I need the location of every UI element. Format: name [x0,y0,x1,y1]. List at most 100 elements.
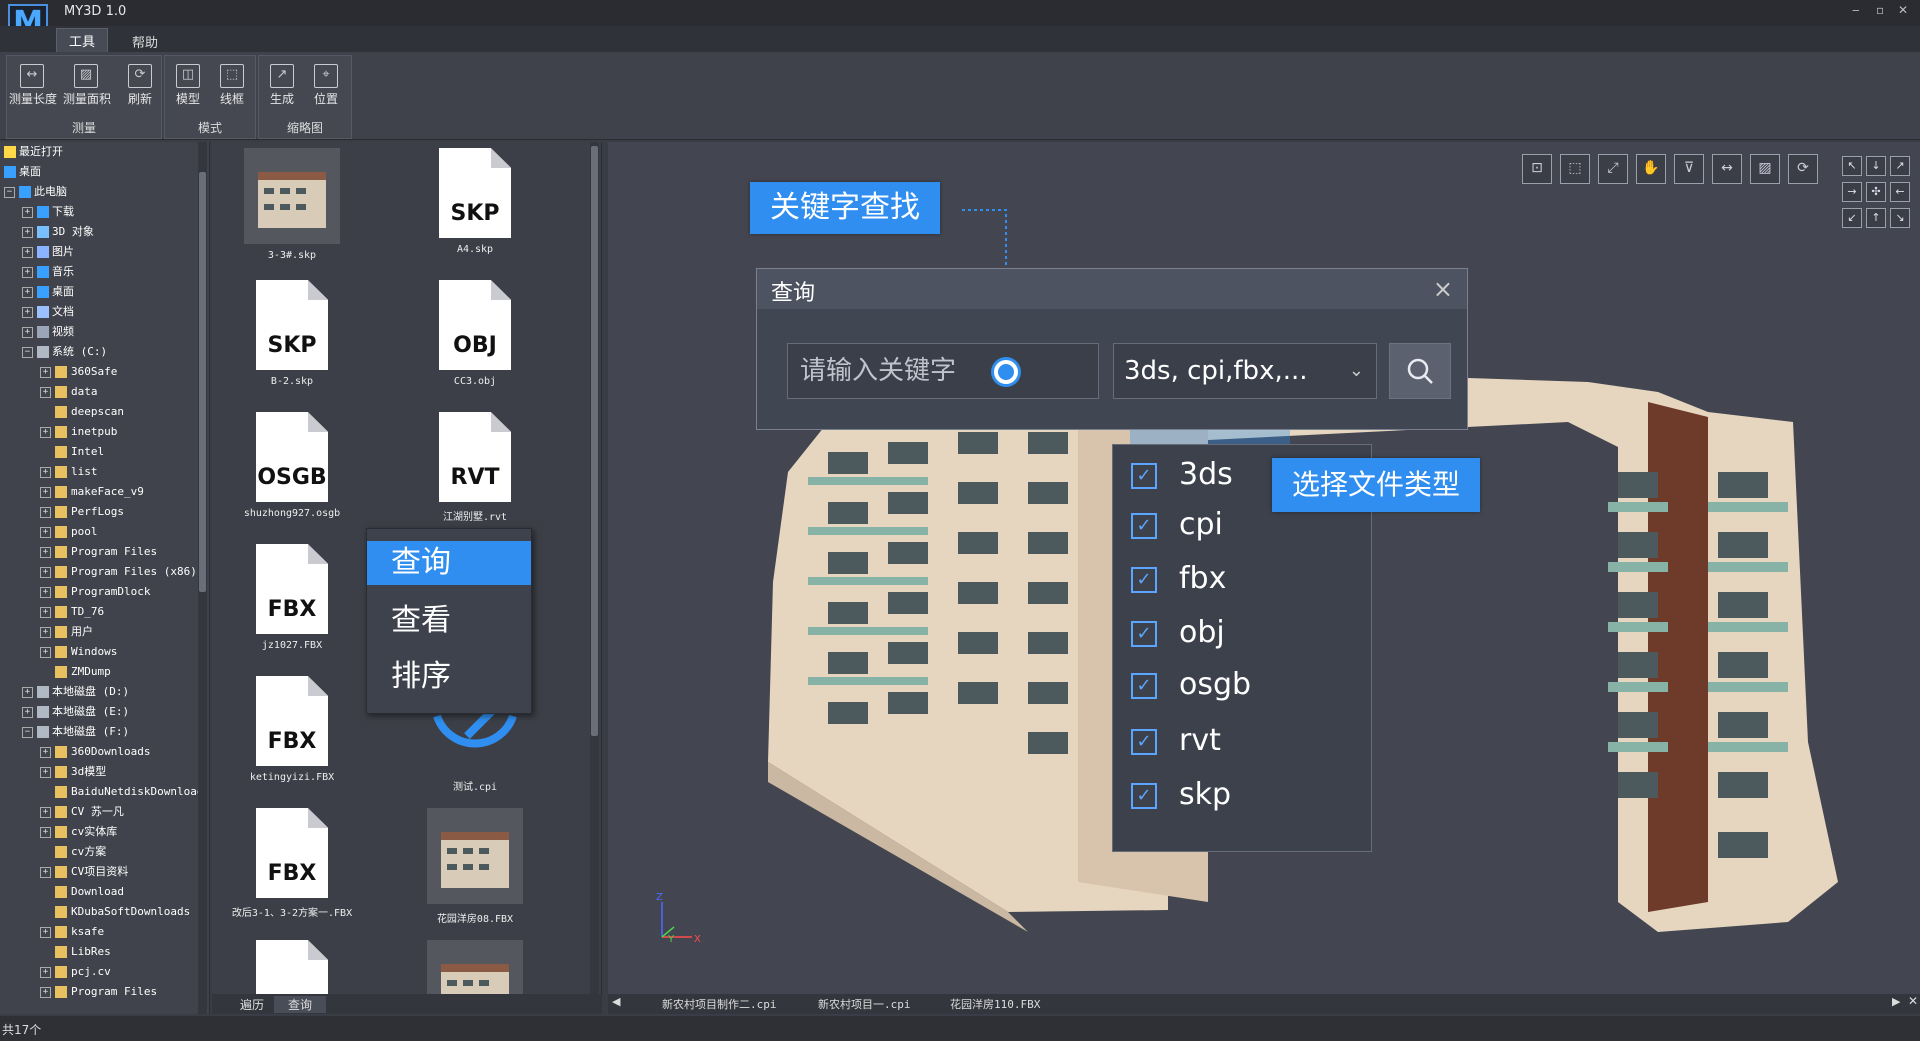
tree-item[interactable]: Intel [40,442,104,462]
close-tab-icon[interactable]: ✕ [1908,994,1918,1008]
tree-item[interactable]: LibRes [40,942,111,962]
expand-icon[interactable]: + [40,626,51,638]
tree-item[interactable]: + inetpub [40,422,117,442]
nav-center-icon[interactable]: ✣ [1866,182,1886,202]
tree-item[interactable]: + 视频 [22,322,74,342]
keyword-input[interactable]: 请输入关键字 [787,343,1099,399]
tree-item[interactable]: + 用户 [40,622,93,642]
checkbox-checked-icon[interactable]: ✓ [1131,567,1157,593]
fit-view-icon[interactable]: ⤢ [1598,154,1628,184]
filetype-select[interactable]: 3ds, cpi,fbx,... ⌄ [1113,343,1377,399]
tree-item[interactable]: + 本地磁盘 (D:) [22,682,129,702]
file-item[interactable]: SKP B-2.skp [222,280,362,405]
tree-item[interactable]: +360Safe [40,362,117,382]
folder-tree-panel[interactable]: 最近打开 桌面 − 此电脑 + 下载 +3D 对象 + 图片 + 音乐 + 桌面 + 文档 + 视频 − 系统 (C… [0,142,210,1014]
expand-icon[interactable]: + [22,246,33,258]
tree-item[interactable]: + Program Files [40,542,157,562]
checkbox-checked-icon[interactable]: ✓ [1131,463,1157,489]
expand-icon[interactable]: + [40,766,51,778]
filetype-option[interactable]: ✓ fbx [1113,559,1371,599]
expand-icon[interactable]: + [40,466,51,478]
tab-browse[interactable]: 遍历 [226,996,278,1013]
wireframe-mode-button[interactable]: ⬚ 线框 [209,60,255,116]
tab-search[interactable]: 查询 [274,996,327,1013]
expand-icon[interactable]: + [22,686,33,698]
search-button[interactable] [1389,343,1451,399]
nav-corner-nw-icon[interactable]: ↖ [1842,156,1862,176]
tree-item[interactable]: − 系统 (C:) [22,342,107,362]
expand-icon[interactable]: + [40,926,51,938]
tree-item[interactable]: + CV项目资料 [40,862,128,882]
menu-help[interactable]: 帮助 [120,30,170,53]
tree-item[interactable]: + Program Files [40,982,157,1002]
tree-item[interactable]: + list [40,462,98,482]
expand-icon[interactable]: + [40,546,51,558]
tree-item[interactable]: + TD_76 [40,602,104,622]
expand-icon[interactable]: + [40,526,51,538]
tree-item[interactable]: + cv实体库 [40,822,117,842]
nav-left-icon[interactable]: ← [1890,182,1910,202]
tree-item[interactable]: + ProgramDlock [40,582,150,602]
restore-icon[interactable]: ▫ [1876,3,1884,17]
checkbox-checked-icon[interactable]: ✓ [1131,673,1157,699]
file-item[interactable]: FBX ketingyizi.FBX [222,676,362,801]
expand-icon[interactable]: + [40,366,51,378]
expand-icon[interactable]: + [22,286,33,298]
checkbox-checked-icon[interactable]: ✓ [1131,621,1157,647]
tree-item[interactable]: + data [40,382,98,402]
expand-icon[interactable]: + [40,966,51,978]
tree-item[interactable]: +360Downloads [40,742,150,762]
model-mode-button[interactable]: ◫ 模型 [165,60,211,116]
tree-item[interactable]: + 音乐 [22,262,74,282]
file-item[interactable]: SKP A4.skp [405,148,545,273]
file-item[interactable]: FBX 改后3-1、3-2方案一.FBX [222,808,362,933]
rotate-icon[interactable]: ⟳ [1788,154,1818,184]
expand-icon[interactable]: + [40,986,51,998]
expand-icon[interactable]: + [40,866,51,878]
tree-item[interactable]: cv方案 [40,842,106,862]
file-item[interactable]: OSGB shuzhong927.osgb [222,412,362,537]
tree-item[interactable]: BaiduNetdiskDownload [40,782,203,802]
expand-icon[interactable]: + [40,746,51,758]
tab-scroll-right-icon[interactable]: ▶ [1892,995,1900,1008]
expand-icon[interactable]: + [40,486,51,498]
position-button[interactable]: ⌖ 位置 [303,60,349,116]
close-icon[interactable]: ✕ [1898,3,1908,17]
tree-item[interactable]: + PerfLogs [40,502,124,522]
measure-icon[interactable]: ↔ [1712,154,1742,184]
tree-item[interactable]: 桌面 [4,162,41,182]
tree-item[interactable]: +3d模型 [40,762,106,782]
close-icon[interactable]: × [1433,275,1453,303]
tree-item[interactable]: − 此电脑 [4,182,67,202]
expand-icon[interactable]: + [22,326,33,338]
tree-item[interactable]: + Program Files (x86) [40,562,197,582]
pan-hand-icon[interactable]: ✋ [1636,154,1666,184]
file-item[interactable]: OBJ CC3.obj [405,280,545,405]
area-tool-icon[interactable]: ▨ [1750,154,1780,184]
filetype-option[interactable]: ✓ osgb [1113,665,1371,705]
file-item[interactable]: 花园洋房08.FBX [405,808,545,933]
expand-icon[interactable]: + [40,426,51,438]
filetype-option[interactable]: ✓ obj [1113,613,1371,653]
nav-down-icon[interactable]: ↓ [1866,156,1886,176]
tree-item[interactable]: deepscan [40,402,124,422]
measure-length-button[interactable]: ↔ 测量长度 [9,60,57,116]
checkbox-checked-icon[interactable]: ✓ [1131,729,1157,755]
doc-tab-3[interactable]: 花园洋房110.FBX [950,996,1040,1012]
collapse-icon[interactable]: − [22,346,33,358]
context-item-sort[interactable]: 排序 [367,655,531,699]
tree-item[interactable]: + CV 苏一凡 [40,802,124,822]
tree-scrollbar[interactable] [198,142,207,1014]
filetype-option[interactable]: ✓ skp [1113,775,1371,815]
expand-icon[interactable]: + [22,226,33,238]
tree-item[interactable]: 最近打开 [4,142,63,162]
zoom-window-icon[interactable]: ⬚ [1560,154,1590,184]
tree-item[interactable]: + 文档 [22,302,74,322]
generate-button[interactable]: ↗ 生成 [259,60,305,116]
tree-item[interactable]: + 本地磁盘 (E:) [22,702,129,722]
minimize-icon[interactable]: ‒ [1852,3,1860,17]
tree-item[interactable]: ZMDump [40,662,111,682]
tree-item[interactable]: + pool [40,522,98,542]
expand-icon[interactable]: + [40,606,51,618]
tree-scroll-thumb[interactable] [199,172,206,592]
